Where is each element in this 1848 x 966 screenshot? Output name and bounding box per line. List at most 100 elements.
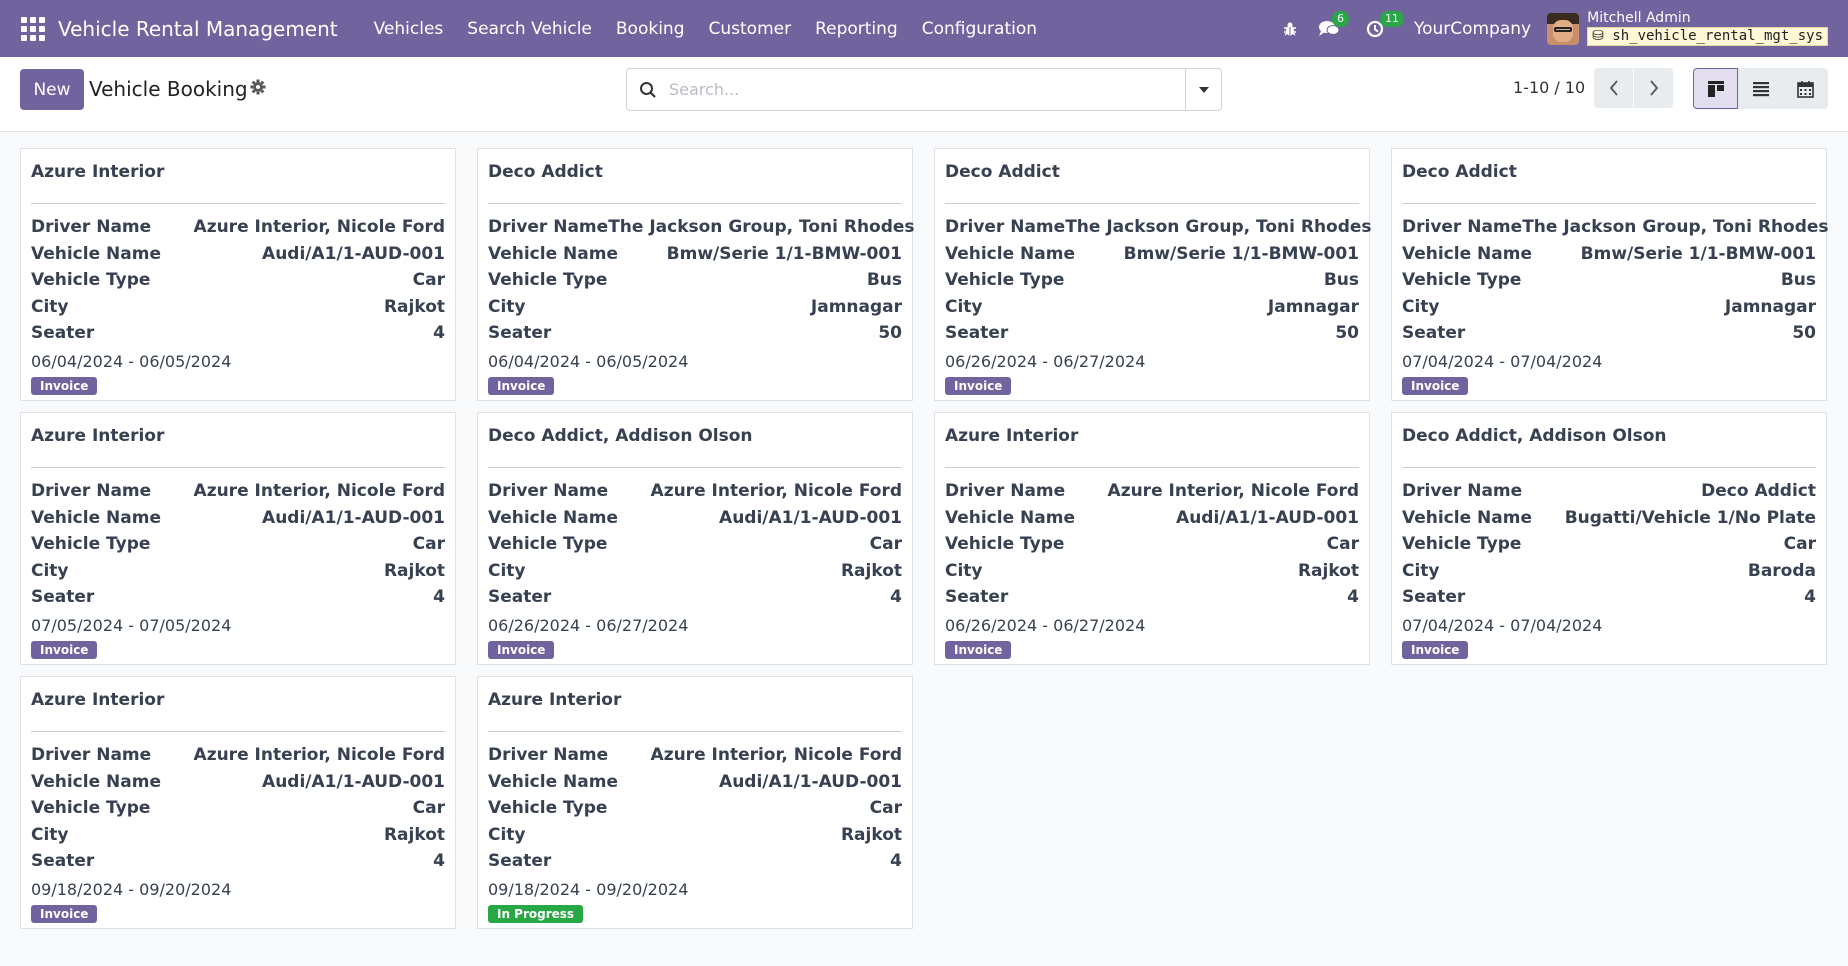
booking-dates: 06/04/2024 - 06/05/2024 xyxy=(31,351,232,371)
driver-name-value: Azure Interior, Nicole Ford xyxy=(193,481,445,501)
seater-label: Seater xyxy=(1402,587,1466,607)
seater-value: 4 xyxy=(433,851,445,871)
booking-card[interactable]: Deco Addict Driver Name The Jackson Group,… xyxy=(934,148,1372,401)
booking-dates: 06/04/2024 - 06/05/2024 xyxy=(488,351,689,371)
city-label: City xyxy=(945,296,983,317)
driver-name-value: The Jackson Group, Toni Rhodes xyxy=(608,217,915,237)
messages-chat-icon[interactable]: 6 xyxy=(1318,10,1349,38)
driver-name-value: Deco Addict xyxy=(1701,481,1816,501)
driver-name-label: Driver Name xyxy=(488,481,609,501)
vehicle-type-value: Bus xyxy=(1323,270,1359,290)
list-icon xyxy=(1752,81,1769,96)
menu-customer[interactable]: Customer xyxy=(697,19,804,39)
city-label: City xyxy=(945,560,983,581)
city-value: Rajkot xyxy=(383,296,445,317)
user-avatar[interactable] xyxy=(1547,12,1580,45)
vehicle-type-row: Vehicle Type Car xyxy=(31,531,445,558)
apps-menu-icon[interactable] xyxy=(18,14,48,44)
booking-card[interactable]: Azure Interior Driver Name Azure Interior,… xyxy=(20,412,456,665)
vehicle-type-value: Car xyxy=(869,534,902,554)
vehicle-type-row: Vehicle Type Car xyxy=(488,795,902,822)
booking-card[interactable]: Azure Interior Driver Name Azure Interior,… xyxy=(20,148,456,401)
driver-name-value: Azure Interior, Nicole Ford xyxy=(193,217,445,237)
booking-card[interactable]: Azure Interior Driver Name Azure Interior,… xyxy=(20,676,456,929)
vehicle-type-value: Car xyxy=(412,798,445,818)
booking-dates: 07/05/2024 - 07/05/2024 xyxy=(31,615,232,635)
booking-card[interactable]: Deco Addict Driver Name The Jackson Group,… xyxy=(477,148,915,401)
booking-card[interactable]: Deco Addict, Addison Olson Driver Name Azu… xyxy=(477,412,913,665)
vehicle-name-row: Vehicle Name Audi/A1/1-AUD-001 xyxy=(488,505,902,532)
systray: 6 11 YourCompany Mitchell Admin ⛁ sh_veh… xyxy=(1262,0,1828,57)
booking-dates: 07/04/2024 - 07/04/2024 xyxy=(1402,351,1603,371)
search-icon xyxy=(639,81,657,99)
city-value: Rajkot xyxy=(1297,560,1359,581)
menu-search-vehicle[interactable]: Search Vehicle xyxy=(455,19,604,39)
user-menu[interactable]: Mitchell Admin ⛁ sh_vehicle_rental_mgt_s… xyxy=(1587,11,1828,46)
pager-next-button[interactable] xyxy=(1634,68,1673,108)
driver-name-value: Azure Interior, Nicole Ford xyxy=(193,745,445,765)
status-badge: Invoice xyxy=(945,640,1012,659)
vehicle-name-row: Vehicle Name Bugatti/Vehicle 1/No Plate xyxy=(1402,505,1816,532)
search-options-toggle[interactable] xyxy=(1185,69,1221,110)
seater-value: 50 xyxy=(878,323,902,343)
menu-reporting[interactable]: Reporting xyxy=(803,19,910,39)
search-input[interactable] xyxy=(669,69,1185,110)
booking-card[interactable]: Deco Addict Driver Name The Jackson Group,… xyxy=(1391,148,1829,401)
booking-card[interactable]: Azure Interior Driver Name Azure Interior,… xyxy=(477,676,913,929)
calendar-icon xyxy=(1797,80,1814,98)
status-badge: Invoice xyxy=(488,376,555,395)
menu-configuration[interactable]: Configuration xyxy=(910,19,1049,39)
user-name: Mitchell Admin xyxy=(1587,10,1691,26)
booking-card[interactable]: Azure Interior Driver Name Azure Interior,… xyxy=(934,412,1370,665)
city-label: City xyxy=(1402,296,1440,317)
vehicle-name-label: Vehicle Name xyxy=(488,771,618,792)
list-view-button[interactable] xyxy=(1738,68,1783,109)
status-badge: Invoice xyxy=(31,904,98,923)
debug-bug-icon[interactable] xyxy=(1282,21,1298,37)
pager-value[interactable]: 1-10 / 10 xyxy=(1513,78,1585,97)
vehicle-name-value: Audi/A1/1-AUD-001 xyxy=(262,771,445,792)
driver-name-row: Driver Name Azure Interior, Nicole Ford xyxy=(31,214,445,241)
vehicle-type-row: Vehicle Type Bus xyxy=(488,267,902,294)
gear-icon[interactable] xyxy=(250,79,266,99)
view-switcher xyxy=(1693,68,1828,109)
booking-card[interactable]: Deco Addict, Addison Olson Driver Name Dec… xyxy=(1391,412,1827,665)
vehicle-name-row: Vehicle Name Bmw/Serie 1/1-BMW-001 xyxy=(488,241,902,268)
seater-label: Seater xyxy=(488,851,552,871)
seater-row: Seater 4 xyxy=(31,848,445,875)
vehicle-name-label: Vehicle Name xyxy=(1402,243,1532,264)
status-badge: Invoice xyxy=(945,376,1012,395)
vehicle-type-label: Vehicle Type xyxy=(488,534,608,554)
booking-dates: 06/26/2024 - 06/27/2024 xyxy=(945,351,1146,371)
app-title[interactable]: Vehicle Rental Management xyxy=(58,17,338,41)
vehicle-name-row: Vehicle Name Bmw/Serie 1/1-BMW-001 xyxy=(945,241,1359,268)
status-badge: Invoice xyxy=(31,376,98,395)
status-badge: Invoice xyxy=(31,640,98,659)
vehicle-type-row: Vehicle Type Car xyxy=(1402,531,1816,558)
new-button[interactable]: New xyxy=(20,69,84,110)
menu-vehicles[interactable]: Vehicles xyxy=(362,19,456,39)
activities-count-badge: 11 xyxy=(1379,10,1404,27)
seater-row: Seater 4 xyxy=(945,584,1359,611)
vehicle-name-row: Vehicle Name Audi/A1/1-AUD-001 xyxy=(31,505,445,532)
seater-label: Seater xyxy=(488,323,552,343)
driver-name-label: Driver Name xyxy=(31,217,152,237)
seater-value: 4 xyxy=(433,323,445,343)
kanban-view-button[interactable] xyxy=(1693,68,1738,109)
vehicle-name-value: Audi/A1/1-AUD-001 xyxy=(1176,507,1359,528)
city-label: City xyxy=(488,296,526,317)
control-panel: New Vehicle Booking 1-10 / 10 xyxy=(0,57,1848,132)
seater-row: Seater 4 xyxy=(488,584,902,611)
company-switcher[interactable]: YourCompany xyxy=(1414,19,1531,39)
kanban-icon xyxy=(1707,80,1724,97)
vehicle-type-row: Vehicle Type Car xyxy=(31,795,445,822)
vehicle-name-row: Vehicle Name Audi/A1/1-AUD-001 xyxy=(488,769,902,796)
menu-booking[interactable]: Booking xyxy=(604,19,697,39)
vehicle-type-label: Vehicle Type xyxy=(488,270,608,290)
calendar-view-button[interactable] xyxy=(1783,68,1828,109)
database-name: ⛁ sh_vehicle_rental_mgt_sys xyxy=(1587,27,1828,46)
city-row: City Rajkot xyxy=(31,822,445,849)
city-value: Rajkot xyxy=(383,560,445,581)
activities-clock-icon[interactable]: 11 xyxy=(1366,10,1404,38)
pager-previous-button[interactable] xyxy=(1594,68,1633,108)
